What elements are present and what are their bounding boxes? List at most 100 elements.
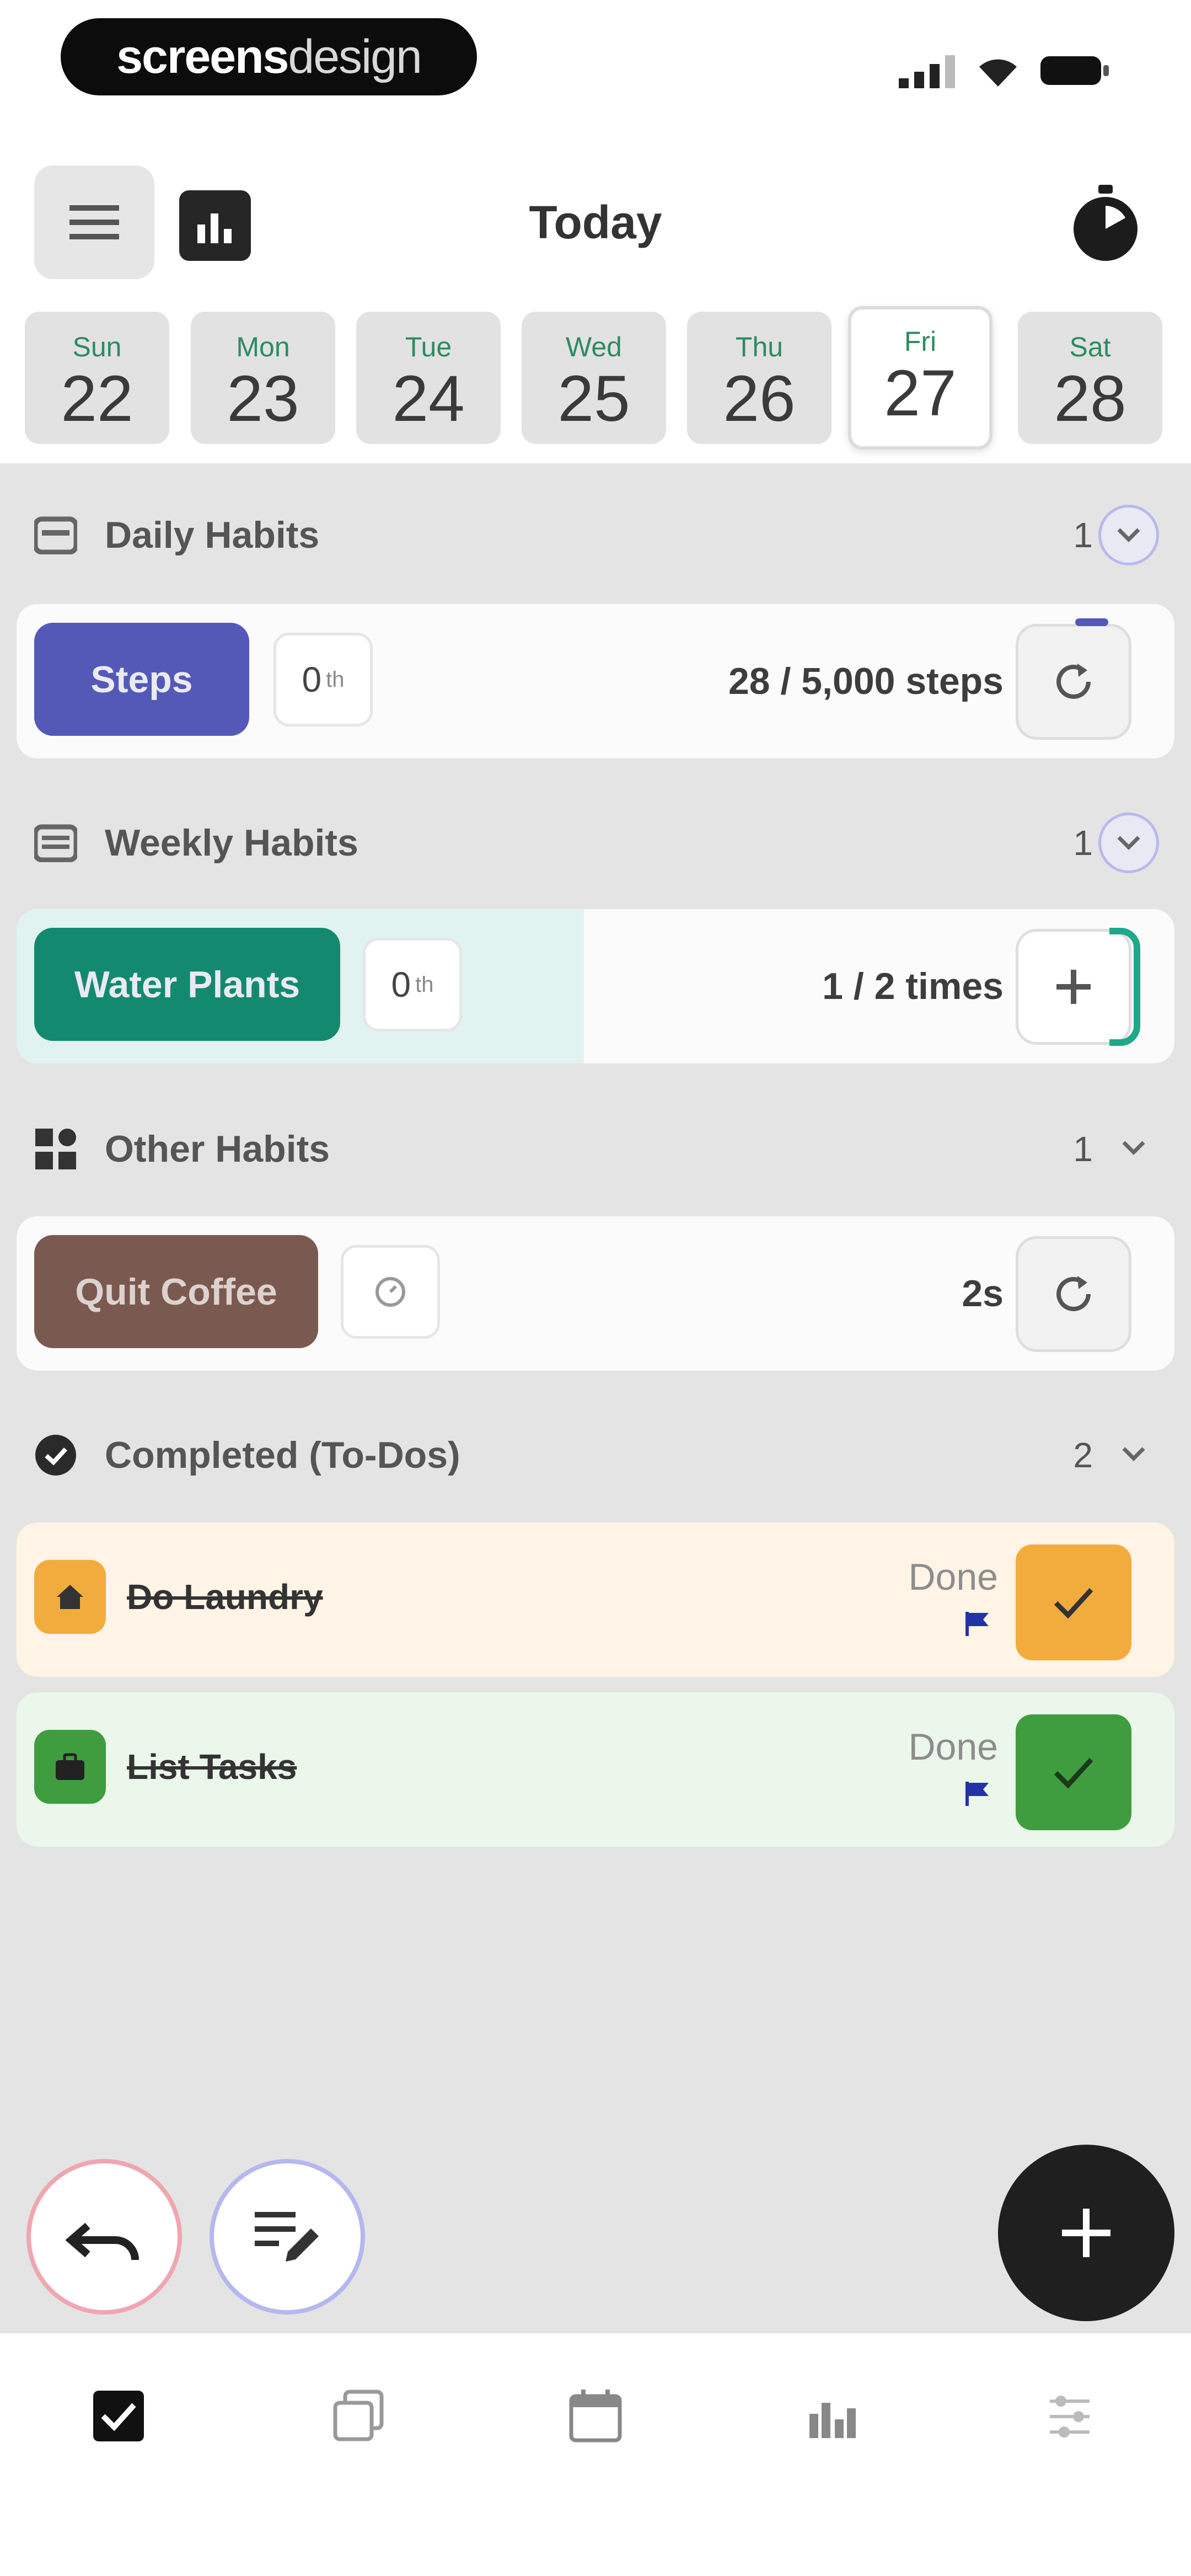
section-header-weekly[interactable]: Weekly Habits 1	[34, 810, 1165, 876]
streak-badge: 0th	[363, 938, 462, 1032]
habit-label-pill: Steps	[34, 623, 249, 736]
section-count: 1	[1073, 515, 1093, 555]
undo-icon	[66, 2222, 139, 2260]
section-count: 2	[1073, 1435, 1093, 1475]
streak-count: 0	[391, 965, 411, 1004]
todo-card-list-tasks[interactable]: List Tasks Done	[17, 1692, 1174, 1847]
bottom-tab-bar	[0, 2333, 1191, 2576]
add-button[interactable]	[998, 2145, 1174, 2321]
section-header-daily[interactable]: Daily Habits 1	[34, 502, 1165, 568]
edit-list-button[interactable]	[210, 2159, 365, 2315]
collapse-button[interactable]	[1098, 505, 1159, 565]
chevron-down-icon	[1117, 836, 1140, 850]
day-number: 23	[227, 362, 299, 435]
collapse-button[interactable]	[1098, 813, 1159, 873]
logo-text-thin: design	[288, 30, 422, 83]
day-number: 26	[723, 362, 796, 435]
wifi-icon	[976, 52, 1020, 94]
day-sat[interactable]: Sat 28	[1018, 312, 1162, 444]
edit-notes-icon	[255, 2212, 319, 2262]
plus-icon	[1062, 2209, 1110, 2257]
day-tue[interactable]: Tue 24	[356, 312, 501, 444]
section-title: Other Habits	[105, 1128, 330, 1170]
progress-ring-arc	[1109, 928, 1140, 1046]
todo-checkbox[interactable]	[1016, 1544, 1131, 1660]
todo-title: List Tasks	[127, 1747, 297, 1787]
section-title: Completed (To-Dos)	[105, 1434, 460, 1476]
habit-label-pill: Water Plants	[34, 928, 340, 1041]
signal-icon	[899, 55, 959, 91]
logo-text-main: screens	[116, 30, 289, 83]
tab-habits[interactable]	[325, 2383, 391, 2449]
day-wed[interactable]: Wed 25	[522, 312, 666, 444]
checkbox-icon	[93, 2391, 144, 2441]
timer-button[interactable]	[1070, 185, 1141, 262]
day-number: 24	[392, 362, 465, 435]
habit-card-quit-coffee[interactable]: Quit Coffee 2s	[17, 1216, 1174, 1371]
day-name: Tue	[405, 332, 452, 362]
daily-calendar-icon	[34, 514, 77, 557]
day-fri-selected[interactable]: Fri 27	[848, 306, 993, 450]
menu-button[interactable]	[34, 165, 154, 279]
streak-badge: 0th	[273, 633, 373, 726]
clock-icon	[375, 1277, 405, 1307]
screensdesign-logo: screens design	[61, 18, 477, 95]
day-number: 22	[61, 362, 133, 435]
tab-today[interactable]	[85, 2383, 152, 2449]
check-circle-icon	[34, 1434, 77, 1477]
refresh-icon	[1056, 1276, 1091, 1311]
flag-icon	[963, 1610, 991, 1640]
day-thu[interactable]: Thu 26	[687, 312, 831, 444]
habit-card-water-plants[interactable]: Water Plants 0th 1 / 2 times	[17, 909, 1174, 1063]
day-mon[interactable]: Mon 23	[191, 312, 335, 444]
habit-card-steps[interactable]: Steps 0th 28 / 5,000 steps	[17, 604, 1174, 758]
habit-label-pill: Quit Coffee	[34, 1235, 318, 1348]
bar-chart-icon	[197, 213, 232, 243]
briefcase-icon	[34, 1730, 106, 1804]
tab-stats[interactable]	[800, 2383, 866, 2449]
chevron-down-icon[interactable]	[1122, 1446, 1146, 1465]
undo-button[interactable]	[26, 2159, 182, 2315]
section-header-other[interactable]: Other Habits 1	[34, 1116, 1165, 1182]
flag-icon	[963, 1779, 991, 1810]
day-name: Thu	[735, 332, 784, 362]
day-name: Mon	[236, 332, 290, 362]
plus-icon	[1056, 970, 1091, 1004]
tab-calendar[interactable]	[562, 2383, 629, 2449]
reset-button[interactable]	[1016, 1236, 1131, 1352]
habit-progress: 2s	[962, 1273, 1004, 1314]
day-sun[interactable]: Sun 22	[25, 312, 169, 444]
day-number: 27	[884, 357, 957, 430]
page-title: Today	[529, 196, 662, 248]
section-count: 1	[1073, 1129, 1093, 1169]
refresh-icon	[1056, 664, 1091, 699]
section-count: 1	[1073, 823, 1093, 863]
battery-icon	[1039, 55, 1111, 89]
streak-count: 0	[302, 660, 322, 699]
habit-progress: 28 / 5,000 steps	[728, 660, 1004, 702]
section-title: Daily Habits	[105, 514, 320, 556]
section-header-completed[interactable]: Completed (To-Dos) 2	[34, 1422, 1165, 1488]
chevron-down-icon[interactable]	[1122, 1140, 1146, 1158]
chevron-down-icon	[1117, 528, 1140, 542]
weekly-calendar-icon	[34, 821, 77, 864]
timer-badge	[341, 1245, 440, 1339]
stats-button[interactable]	[179, 190, 251, 261]
section-title: Weekly Habits	[105, 822, 358, 864]
sliders-icon	[1050, 2396, 1090, 2438]
day-number: 25	[557, 362, 630, 435]
checkmark-icon	[1054, 1588, 1093, 1619]
todo-card-laundry[interactable]: Do Laundry Done	[17, 1522, 1174, 1677]
tab-settings[interactable]	[1037, 2383, 1103, 2449]
day-name: Wed	[566, 332, 622, 362]
hamburger-icon	[69, 205, 119, 239]
todo-checkbox[interactable]	[1016, 1714, 1131, 1830]
todo-title: Do Laundry	[127, 1577, 323, 1617]
habit-progress: 1 / 2 times	[822, 965, 1004, 1007]
home-icon	[34, 1560, 106, 1634]
calendar-icon	[569, 2390, 622, 2443]
grid-icon	[34, 1127, 77, 1171]
reset-button[interactable]	[1016, 624, 1131, 740]
day-name: Sat	[1069, 332, 1111, 362]
stopwatch-icon	[1074, 185, 1138, 261]
